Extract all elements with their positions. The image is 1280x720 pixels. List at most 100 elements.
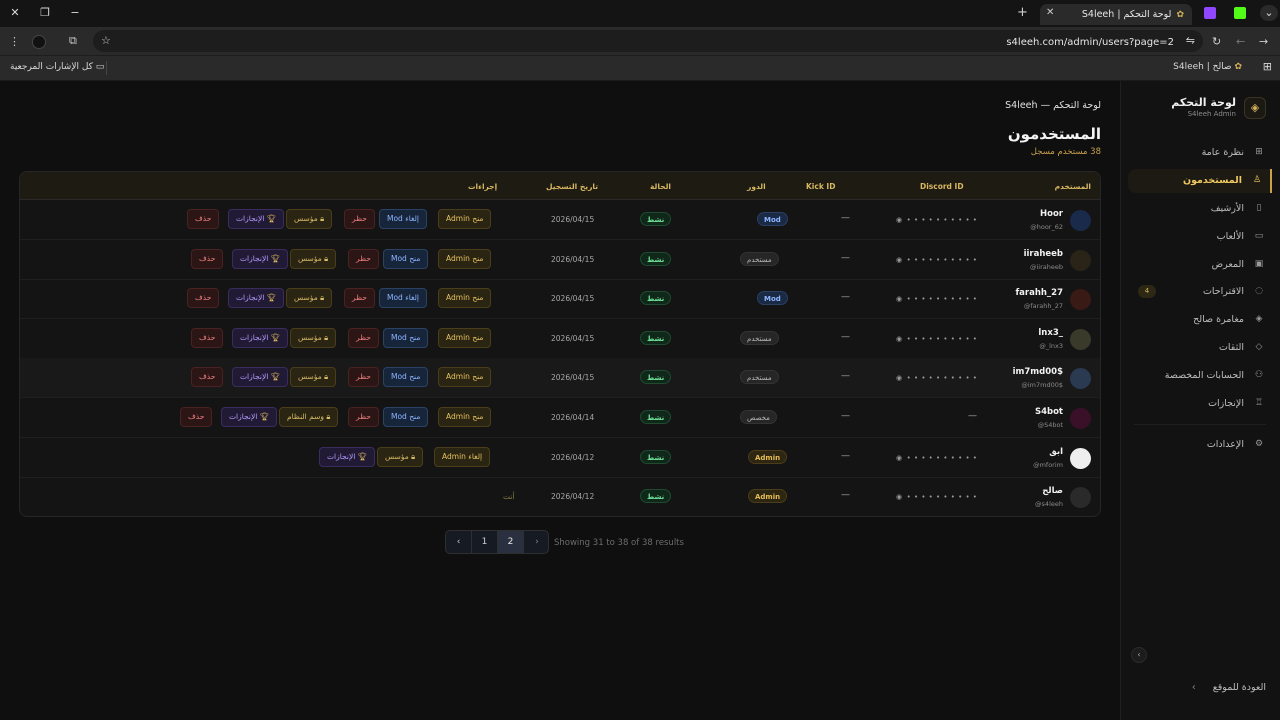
founder-button[interactable]: 🔒︎ مؤسس (290, 327, 337, 348)
delete-button[interactable]: حذف (191, 367, 224, 388)
grant-mod-button[interactable]: منح Mod (383, 407, 429, 427)
apps-grid-icon[interactable]: ⊞ (1263, 60, 1272, 73)
eye-icon[interactable]: ◉ (896, 295, 903, 303)
tab-search-icon[interactable]: ⌄ (1260, 5, 1278, 21)
revoke-mod-button[interactable]: إلغاء Mod (379, 209, 428, 229)
ban-button[interactable]: حظر (348, 367, 379, 388)
user-handle: @S4bot (1037, 421, 1063, 429)
sidebar-item-settings[interactable]: ⚙ الإعدادات (1120, 433, 1280, 457)
founder-label: مؤسس (298, 332, 322, 342)
browser-tab[interactable]: ✿ لوحة التحكم | S4leeh ✕ (1040, 4, 1192, 25)
sidebar-item-achievements[interactable]: ♖ الإنجازات (1120, 392, 1280, 416)
sidebar-item-overview[interactable]: ⊞ نظرة عامة (1120, 141, 1280, 165)
bookmark-item[interactable]: ✿ صالح | S4leeh (1173, 62, 1242, 72)
layers-icon: ◈ (1244, 97, 1266, 119)
ban-button[interactable]: حظر (344, 288, 375, 309)
revoke-admin-button[interactable]: إلغاء Admin (434, 446, 491, 467)
delete-button[interactable]: حذف (180, 407, 213, 427)
delete-button[interactable]: حذف (187, 209, 220, 229)
revoke-mod-button[interactable]: إلغاء Mod (379, 288, 428, 309)
delete-button[interactable]: حذف (191, 327, 224, 348)
founder-button[interactable]: 🔒︎ مؤسس (377, 446, 424, 467)
col-date: تاريخ التسجيل (546, 182, 599, 191)
sidebar-item-archive[interactable]: ▯ الأرشيف (1120, 197, 1280, 221)
achievements-button[interactable]: 🏆︎ الإنجازات (232, 327, 289, 348)
grant-admin-button[interactable]: منح Admin (438, 209, 492, 229)
achievements-button[interactable]: 🏆︎ الإنجازات (319, 446, 376, 467)
eye-icon[interactable]: ◉ (896, 335, 903, 343)
reload-icon[interactable]: ↻ (1212, 35, 1221, 48)
founder-button[interactable]: 🔒︎ مؤسس (290, 367, 337, 388)
founder-button[interactable]: 🔒︎ مؤسس (286, 209, 333, 229)
extensions-icon[interactable]: ⧉ (69, 34, 77, 48)
grant-admin-button[interactable]: منح Admin (438, 367, 492, 388)
lock-icon: 🔒︎ (411, 451, 416, 461)
registration-date: 2026/04/15 (551, 294, 595, 304)
table-row: ابق @mforim ◉ • • • • • • • • • • — Admin نشط 2… (20, 438, 1100, 478)
achievements-button[interactable]: 🏆︎ الإنجازات (221, 407, 278, 427)
sidebar-item-adventure[interactable]: ◈ مغامرة صالح (1120, 308, 1280, 332)
sidebar-item-suggestions[interactable]: ◌ الاقتراحات 4 (1120, 280, 1280, 304)
achievements-button[interactable]: 🏆︎ الإنجازات (232, 248, 289, 269)
grant-admin-button[interactable]: منح Admin (438, 288, 492, 309)
eye-icon[interactable]: ◉ (896, 374, 903, 382)
achievements-button[interactable]: 🏆︎ الإنجازات (228, 209, 285, 229)
grant-admin-button[interactable]: منح Admin (438, 407, 492, 427)
all-bookmarks-folder[interactable]: كل الإشارات المرجعية ▭ (10, 62, 104, 72)
menu-icon[interactable]: ⋮ (9, 35, 20, 48)
forward-icon[interactable]: ← (1236, 35, 1245, 48)
restore-window-icon[interactable]: ❐ (37, 6, 53, 19)
grant-mod-button[interactable]: منح Mod (383, 327, 429, 348)
achievements-button[interactable]: 🏆︎ الإنجازات (232, 367, 289, 388)
grant-mod-button[interactable]: منح Mod (383, 367, 429, 388)
close-window-icon[interactable]: ✕ (7, 6, 23, 19)
founder-button[interactable]: 🔒︎ مؤسس (286, 288, 333, 309)
grant-mod-button[interactable]: منح Mod (383, 248, 429, 269)
sidebar-item-custom-accounts[interactable]: ⚇ الحسابات المخصصة (1120, 364, 1280, 388)
trophy-icon: 🏆︎ (357, 451, 368, 461)
trophy-icon: 🏆︎ (270, 253, 281, 263)
kick-icon[interactable] (1234, 7, 1246, 19)
divider (1134, 424, 1266, 425)
back-to-site-link[interactable]: العودة للموقع › (1192, 682, 1266, 693)
new-tab-button[interactable]: + (1017, 5, 1028, 20)
grant-admin-button[interactable]: منح Admin (438, 327, 492, 348)
eye-icon[interactable]: ◉ (896, 256, 903, 264)
prev-page-button[interactable]: ‹ (446, 531, 472, 553)
url-text[interactable]: s4leeh.com/admin/users?page=2 (1006, 37, 1174, 48)
founder-label: مؤسس (298, 253, 322, 263)
sidebar-item-gallery[interactable]: ▣ المعرض (1120, 253, 1280, 277)
bookmark-folder-label: كل الإشارات المرجعية (10, 62, 93, 72)
collapse-sidebar-button[interactable]: ‹ (1131, 647, 1147, 663)
ban-button[interactable]: حظر (348, 407, 379, 427)
system-tag-button[interactable]: 🔒︎ وسم النظام (279, 407, 339, 427)
eye-icon[interactable]: ◉ (896, 454, 903, 462)
page-1-button[interactable]: 1 (472, 531, 498, 553)
grant-admin-button[interactable]: منح Admin (438, 248, 492, 269)
back-icon[interactable]: → (1259, 35, 1268, 48)
image-icon: ▣ (1254, 259, 1264, 269)
site-settings-icon[interactable]: ⇋ (1186, 34, 1195, 47)
sidebar-item-trusted[interactable]: ◇ الثقات (1120, 336, 1280, 360)
sidebar-item-games[interactable]: ▭ الألعاب (1120, 225, 1280, 249)
discord-id-value: • • • • • • • • • • (906, 453, 978, 462)
eye-icon[interactable]: ◉ (896, 216, 903, 224)
bookmark-star-icon[interactable]: ☆ (101, 34, 111, 47)
ban-button[interactable]: حظر (348, 327, 379, 348)
delete-button[interactable]: حذف (187, 288, 220, 309)
close-tab-icon[interactable]: ✕ (1046, 7, 1054, 18)
next-page-button[interactable]: › (524, 531, 548, 553)
profile-avatar[interactable] (32, 35, 46, 49)
twitch-icon[interactable] (1204, 7, 1216, 19)
ban-button[interactable]: حظر (348, 248, 379, 269)
eye-icon[interactable]: ◉ (896, 493, 903, 501)
ban-button[interactable]: حظر (344, 209, 375, 229)
founder-button[interactable]: 🔒︎ مؤسس (290, 248, 337, 269)
status-badge: نشط (640, 489, 672, 504)
page-2-button[interactable]: 2 (498, 531, 524, 553)
achievements-button[interactable]: 🏆︎ الإنجازات (228, 288, 285, 309)
minimize-window-icon[interactable]: − (67, 6, 83, 19)
sidebar-item-users[interactable]: ♙ المستخدمون (1128, 169, 1272, 193)
address-bar[interactable]: ☆ s4leeh.com/admin/users?page=2 ⇋ (93, 30, 1203, 52)
delete-button[interactable]: حذف (191, 248, 224, 269)
